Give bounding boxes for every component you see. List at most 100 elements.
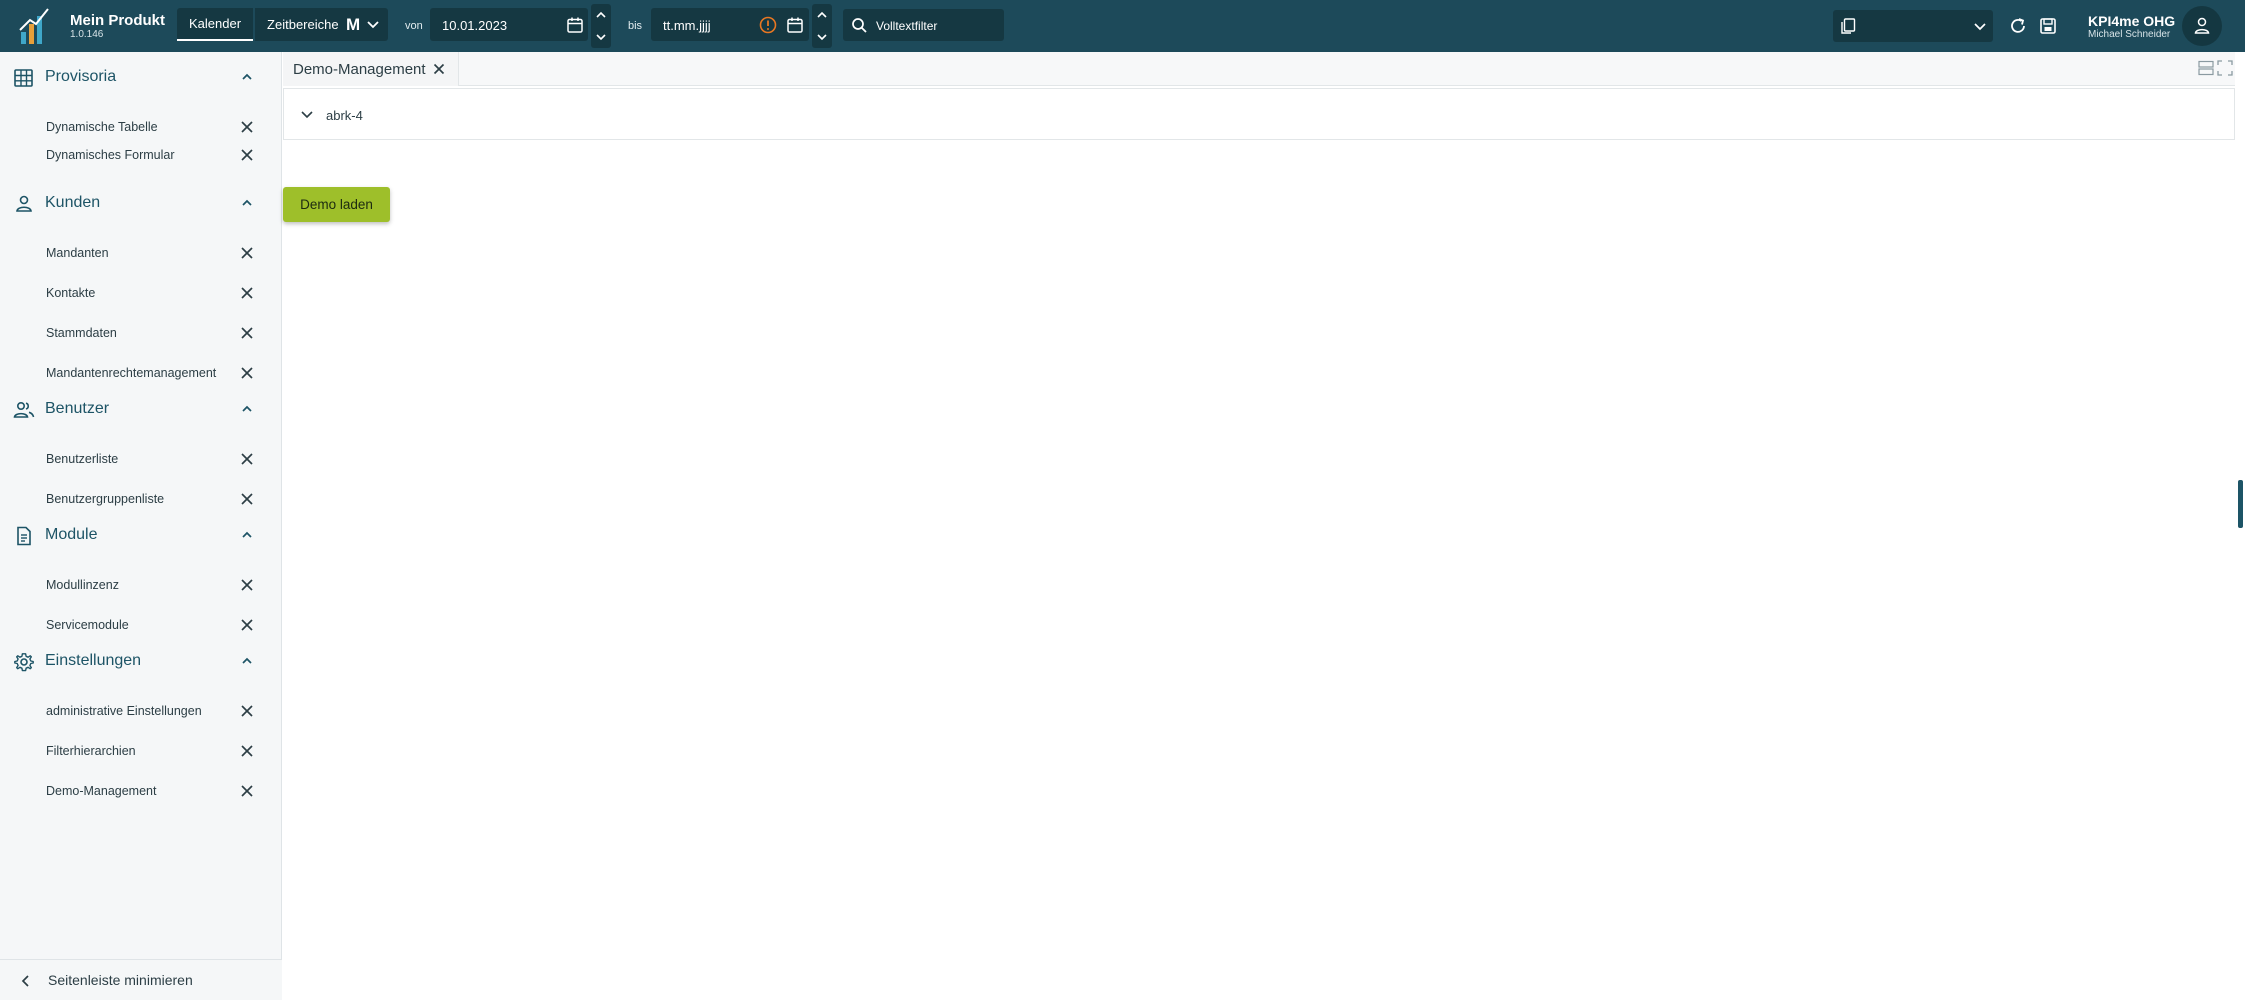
sidebar-item-label: Demo-Management xyxy=(46,784,157,798)
main-content: Demo-Management abrk-4 Demo laden xyxy=(283,52,2245,1000)
brand: Mein Produkt 1.0.146 xyxy=(70,12,165,40)
abrk-panel-header[interactable]: abrk-4 xyxy=(283,88,2235,140)
sidebar-group-module[interactable]: Module xyxy=(0,520,282,550)
close-icon[interactable] xyxy=(238,742,256,760)
fullscreen-icon[interactable] xyxy=(2217,60,2233,76)
chevron-up-icon xyxy=(242,199,252,206)
sidebar-item-benutzergruppenliste[interactable]: Benutzergruppenliste xyxy=(0,482,282,516)
calendar-icon[interactable] xyxy=(786,16,804,34)
sidebar-item-mandanten[interactable]: Mandanten xyxy=(0,236,282,270)
sidebar-item-dynamisches-formular[interactable]: Dynamisches Formular xyxy=(0,138,282,172)
company-name: KPI4me OHG xyxy=(2088,13,2176,29)
close-icon[interactable] xyxy=(238,490,256,508)
to-date-field[interactable]: tt.mm.jjjj xyxy=(651,8,809,41)
close-icon[interactable] xyxy=(238,576,256,594)
chevron-up-icon xyxy=(242,405,252,412)
chevron-up-icon[interactable] xyxy=(816,10,828,20)
sidebar-item-servicemodule[interactable]: Servicemodule xyxy=(0,608,282,642)
person-icon xyxy=(16,195,32,212)
chevron-up-icon xyxy=(242,531,252,538)
fulltext-search-input[interactable]: Volltextfilter xyxy=(843,9,1004,41)
app-version: 1.0.146 xyxy=(70,29,104,40)
app-name: Mein Produkt xyxy=(70,12,166,29)
sidebar-group-benutzer[interactable]: Benutzer xyxy=(0,394,282,424)
user-info: KPI4me OHG Michael Schneider xyxy=(2088,13,2175,41)
document-icon xyxy=(17,526,31,546)
search-placeholder: Volltextfilter xyxy=(876,19,938,33)
minimize-sidebar-label: Seitenleiste minimieren xyxy=(48,972,193,988)
avatar[interactable] xyxy=(2182,6,2222,46)
logo-icon xyxy=(19,8,49,44)
mode-select[interactable]: M xyxy=(340,8,388,41)
sidebar-group-title: Einstellungen xyxy=(45,652,142,669)
sidebar-item-demo-management[interactable]: Demo-Management xyxy=(0,774,282,808)
sidebar-item-label: Dynamische Tabelle xyxy=(46,120,158,134)
to-date-stepper xyxy=(812,4,832,48)
load-demo-button[interactable]: Demo laden xyxy=(283,187,390,222)
close-icon[interactable] xyxy=(432,62,446,76)
refresh-icon[interactable] xyxy=(2008,16,2028,36)
panel-title: abrk-4 xyxy=(326,108,363,123)
sidebar-item-administrative-einstellungen[interactable]: administrative Einstellungen xyxy=(0,694,282,728)
chevron-down-icon xyxy=(301,111,313,119)
sidebar-item-mandantenrechtemanagement[interactable]: Mandantenrechtemanagement xyxy=(0,356,282,390)
close-icon[interactable] xyxy=(238,450,256,468)
sidebar-item-label: Mandanten xyxy=(46,246,109,260)
from-date-field[interactable]: 10.01.2023 xyxy=(430,8,588,41)
tab-bar: Demo-Management xyxy=(283,52,2235,86)
close-icon[interactable] xyxy=(238,118,256,136)
mode-value: M xyxy=(346,14,361,34)
sidebar-item-label: Kontakte xyxy=(46,286,96,300)
sidebar-group-einstellungen[interactable]: Einstellungen xyxy=(0,646,282,676)
minimize-sidebar-button[interactable]: Seitenleiste minimieren xyxy=(0,959,282,1000)
from-date-value: 10.01.2023 xyxy=(442,18,508,33)
chevron-up-icon xyxy=(242,657,252,664)
sidebar-item-label: administrative Einstellungen xyxy=(46,704,202,718)
scrollbar[interactable] xyxy=(2238,480,2243,528)
close-icon[interactable] xyxy=(238,244,256,262)
users-icon xyxy=(13,401,35,418)
sidebar-item-label: Servicemodule xyxy=(46,618,129,632)
sidebar-item-label: Modullinzenz xyxy=(46,578,119,592)
close-icon[interactable] xyxy=(238,324,256,342)
sidebar-item-filterhierarchien[interactable]: Filterhierarchien xyxy=(0,734,282,768)
sidebar-group-title: Provisoria xyxy=(45,68,117,85)
person-icon xyxy=(2194,17,2210,34)
sidebar-item-label: Benutzerliste xyxy=(46,452,119,466)
sidebar-item-label: Dynamisches Formular xyxy=(46,148,175,162)
sidebar-item-kontakte[interactable]: Kontakte xyxy=(0,276,282,310)
close-icon[interactable] xyxy=(238,146,256,164)
calendar-icon[interactable] xyxy=(566,16,584,34)
tab-demo-management[interactable]: Demo-Management xyxy=(283,52,459,86)
sidebar-group-title: Kunden xyxy=(45,194,101,211)
chevron-down-icon[interactable] xyxy=(816,32,828,42)
sidebar-group-kunden[interactable]: Kunden xyxy=(0,188,282,218)
chevron-down-icon[interactable] xyxy=(595,32,607,42)
sidebar-item-stammdaten[interactable]: Stammdaten xyxy=(0,316,282,350)
sidebar-item-modullinzenz[interactable]: Modullinzenz xyxy=(0,568,282,602)
split-view-icon[interactable] xyxy=(2198,60,2214,76)
gear-icon xyxy=(14,653,34,672)
chevron-up-icon xyxy=(242,73,252,80)
from-date-stepper xyxy=(591,4,611,48)
close-icon[interactable] xyxy=(238,702,256,720)
copy-icon xyxy=(1841,18,1856,34)
close-icon[interactable] xyxy=(238,364,256,382)
sidebar: Provisoria Dynamische Tabelle Dynamische… xyxy=(0,52,282,1000)
sidebar-item-benutzerliste[interactable]: Benutzerliste xyxy=(0,442,282,476)
layout-controls xyxy=(2198,60,2233,76)
save-icon[interactable] xyxy=(2038,16,2058,36)
copy-select[interactable] xyxy=(1833,10,1993,42)
view-toggle: Kalender Zeitbereiche xyxy=(177,8,351,41)
tab-zeitbereiche[interactable]: Zeitbereiche xyxy=(255,8,351,41)
from-label: von xyxy=(405,20,423,32)
chevron-down-icon xyxy=(1974,23,1986,31)
tab-label: Demo-Management xyxy=(293,60,426,78)
tab-kalender[interactable]: Kalender xyxy=(177,8,254,41)
sidebar-group-provisoria[interactable]: Provisoria xyxy=(0,62,282,92)
to-date-value: tt.mm.jjjj xyxy=(663,18,711,33)
close-icon[interactable] xyxy=(238,616,256,634)
chevron-up-icon[interactable] xyxy=(595,10,607,20)
close-icon[interactable] xyxy=(238,782,256,800)
close-icon[interactable] xyxy=(238,284,256,302)
